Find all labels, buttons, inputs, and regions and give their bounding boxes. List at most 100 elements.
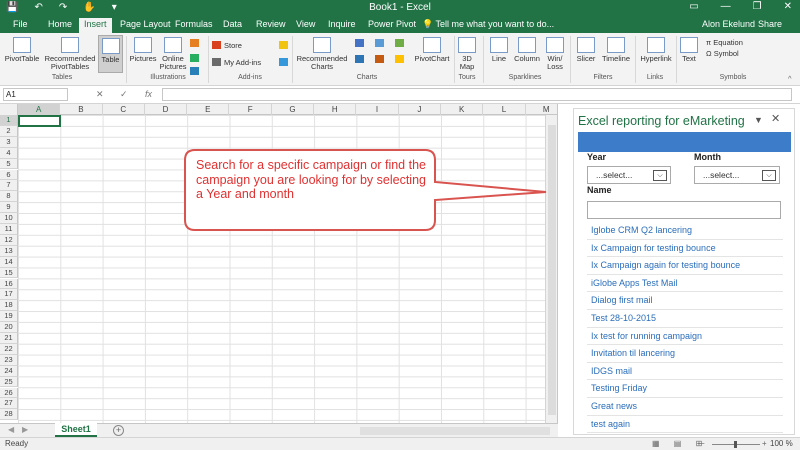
campaign-list-item[interactable]: test again [587, 416, 783, 434]
slicer-icon [577, 37, 595, 53]
pane-options-icon[interactable]: ▼ [754, 115, 763, 125]
table-button[interactable]: Table [98, 35, 123, 73]
zoom-level[interactable]: 100 % [770, 439, 793, 448]
timeline-button[interactable]: Timeline [600, 37, 632, 63]
restore-icon[interactable]: ❐ [753, 1, 762, 12]
horizontal-scrollbar[interactable] [360, 427, 550, 435]
bing-icon[interactable] [279, 41, 291, 50]
campaign-list-item[interactable]: Dialog first mail [587, 292, 783, 310]
slicer-button[interactable]: Slicer [573, 37, 599, 63]
my-addins-button[interactable]: My Add-ins [212, 58, 261, 67]
tab-file[interactable]: File [13, 19, 28, 29]
enter-icon[interactable]: ✓ [120, 89, 128, 100]
recommended-charts-button[interactable]: Recommended Charts [295, 37, 349, 71]
symbol-button[interactable]: Ω Symbol [706, 49, 739, 58]
people-graph-icon[interactable] [279, 58, 291, 67]
smartart-icon[interactable] [190, 54, 202, 63]
ribbon-separator [292, 36, 293, 83]
insert-function-icon[interactable]: fx [145, 89, 152, 99]
ribbon-separator [126, 36, 127, 83]
hierarchy-chart-icon[interactable] [375, 39, 387, 48]
pictures-button[interactable]: Pictures [128, 37, 158, 63]
store-button[interactable]: Store [212, 41, 242, 50]
campaign-name-input[interactable] [587, 201, 781, 219]
hyperlink-button[interactable]: Hyperlink [637, 37, 675, 63]
month-select[interactable]: ...select... ⌵ [694, 166, 780, 184]
campaign-list-item[interactable]: Testing Friday [587, 380, 783, 398]
store-label: Store [224, 41, 242, 50]
statistic-chart-icon[interactable] [395, 39, 407, 48]
combo-chart-icon[interactable] [375, 55, 387, 64]
formula-input[interactable] [162, 88, 792, 101]
tab-insert[interactable]: Insert [79, 18, 112, 33]
campaign-list-item[interactable]: Test 28-10-2015 [587, 310, 783, 328]
pivottable-button[interactable]: PivotTable [3, 37, 41, 63]
pie-chart-icon[interactable] [395, 55, 407, 64]
sheet-prev-icon[interactable]: ◀ [8, 425, 14, 434]
store-icon [212, 41, 221, 49]
ribbon-display-icon[interactable]: ▭ [689, 1, 698, 12]
smartart-swatch [190, 54, 199, 62]
share-button[interactable]: Share [758, 19, 782, 29]
recommended-pivottables-button[interactable]: Recommended PivotTables [43, 37, 97, 71]
sparkline-column-button[interactable]: Column [513, 37, 541, 63]
window-title: Book1 - Excel [369, 2, 431, 13]
sparkline-line-label: Line [491, 54, 507, 63]
3d-map-button[interactable]: 3D Map [456, 37, 478, 71]
tab-data[interactable]: Data [223, 19, 242, 29]
name-box[interactable]: A1 [3, 88, 68, 101]
year-select[interactable]: ...select... ⌵ [587, 166, 671, 184]
zoom-out-button[interactable]: − [700, 439, 705, 448]
close-icon[interactable]: ✕ [784, 1, 792, 12]
sheet-tab-sheet1[interactable]: Sheet1 [55, 423, 97, 437]
statistic-chart-swatch [395, 39, 404, 47]
user-name[interactable]: Alon Ekelund [702, 19, 755, 29]
pane-close-icon[interactable]: ✕ [771, 112, 780, 125]
table-label: Table [101, 55, 120, 64]
collapse-ribbon-icon[interactable]: ^ [788, 74, 792, 83]
minimize-icon[interactable]: — [721, 1, 731, 12]
online-pictures-button[interactable]: Online Pictures [159, 37, 187, 71]
sparkline-winloss-button[interactable]: Win/ Loss [543, 37, 567, 71]
chevron-down-icon[interactable]: ⌵ [762, 170, 776, 181]
campaign-list-item[interactable]: Invitation til lancering [587, 345, 783, 363]
globe-icon [458, 37, 476, 53]
tab-view[interactable]: View [296, 19, 315, 29]
pivotchart-button[interactable]: PivotChart [413, 37, 451, 63]
pivotchart-icon [423, 37, 441, 53]
combo-chart-swatch [375, 55, 384, 63]
tab-page-layout[interactable]: Page Layout [120, 19, 171, 29]
hyperlink-icon [647, 37, 665, 53]
sparkline-column-label: Column [514, 54, 540, 63]
tab-formulas[interactable]: Formulas [175, 19, 213, 29]
campaign-list-item[interactable]: Ix Campaign for testing bounce [587, 240, 783, 258]
cancel-icon[interactable]: ✕ [96, 89, 104, 100]
add-sheet-button[interactable]: + [113, 425, 124, 436]
sheet-next-icon[interactable]: ▶ [22, 425, 28, 434]
campaign-list-item[interactable]: Iglobe CRM Q2 lancering [587, 222, 783, 240]
tab-home[interactable]: Home [48, 19, 72, 29]
campaign-list-item[interactable]: iGlobe Apps Test Mail [587, 275, 783, 293]
tab-review[interactable]: Review [256, 19, 286, 29]
campaign-list-item[interactable]: IDGS mail [587, 363, 783, 381]
text-button[interactable]: Text [678, 37, 700, 63]
group-illustrations: Illustrations [150, 74, 186, 81]
chevron-down-icon[interactable]: ⌵ [653, 170, 667, 181]
year-select-value: ...select... [596, 170, 633, 180]
campaign-list-item[interactable]: Ix Campaign again for testing bounce [587, 257, 783, 275]
campaign-list-item[interactable]: Great news [587, 398, 783, 416]
shapes-icon[interactable] [190, 39, 202, 48]
tell-me-search[interactable]: 💡 Tell me what you want to do... [422, 19, 554, 30]
tab-power-pivot[interactable]: Power Pivot [368, 19, 416, 29]
timeline-icon [607, 37, 625, 53]
line-chart-icon[interactable] [355, 55, 367, 64]
campaign-list-item[interactable]: Ix test for running campaign [587, 328, 783, 346]
zoom-in-button[interactable]: + [762, 439, 767, 448]
equation-button[interactable]: π Equation [706, 38, 743, 47]
sparkline-line-button[interactable]: Line [486, 37, 512, 63]
zoom-slider-knob[interactable] [734, 441, 737, 448]
tab-inquire[interactable]: Inquire [328, 19, 356, 29]
column-chart-icon[interactable] [355, 39, 367, 48]
table-icon [101, 38, 120, 54]
month-label: Month [694, 152, 721, 162]
